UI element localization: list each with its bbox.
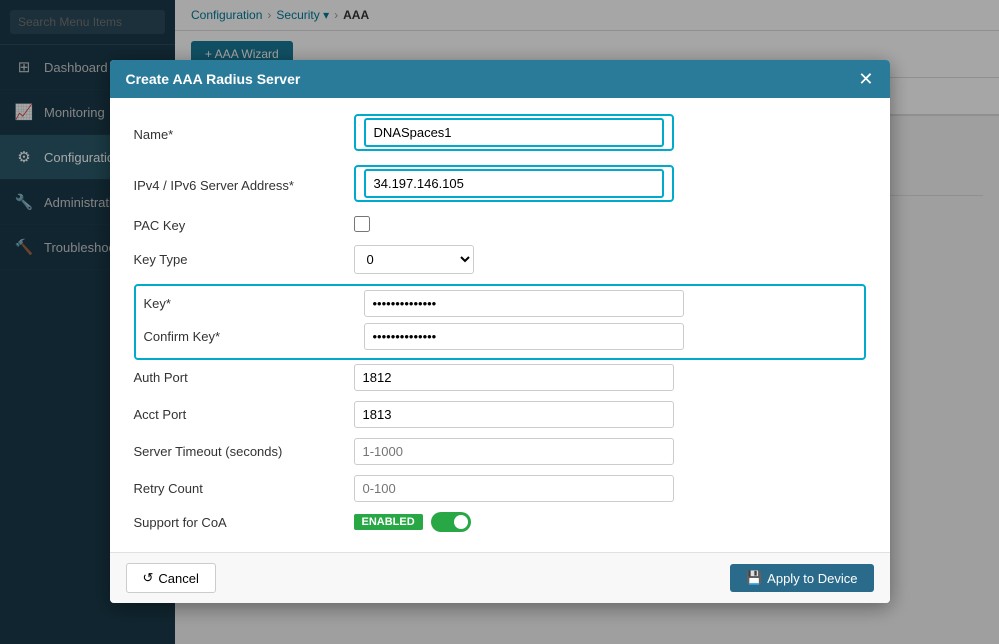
retry-count-field-group [354,475,674,502]
ipv4-label: IPv4 / IPv6 Server Address* [134,178,354,193]
name-label: Name* [134,127,354,142]
modal-body: Name* IPv4 / IPv6 Server Address* PAC Ke… [110,98,890,552]
key-type-select[interactable]: 0 6 7 [354,245,474,274]
pac-key-checkbox[interactable] [354,216,370,232]
modal-close-button[interactable]: ✕ [858,70,873,88]
name-input[interactable] [364,118,664,147]
name-field-group [354,114,674,151]
auth-port-field-group [354,364,674,391]
modal-backdrop: Create AAA Radius Server ✕ Name* IPv4 / … [0,0,999,644]
modal-header: Create AAA Radius Server ✕ [110,60,890,98]
acct-port-label: Acct Port [134,407,354,422]
ipv4-row: IPv4 / IPv6 Server Address* [134,165,866,206]
cancel-button[interactable]: ↺ Cancel [126,563,216,593]
name-row: Name* [134,114,866,155]
support-coa-label: Support for CoA [134,515,354,530]
acct-port-input[interactable] [354,401,674,428]
undo-icon: ↺ [143,570,154,586]
apply-button[interactable]: 💾 Apply to Device [730,564,874,592]
server-timeout-field-group [354,438,674,465]
retry-count-row: Retry Count [134,475,866,502]
auth-port-row: Auth Port [134,364,866,391]
support-coa-toggle-group: ENABLED [354,512,674,532]
create-radius-server-modal: Create AAA Radius Server ✕ Name* IPv4 / … [110,60,890,603]
server-timeout-row: Server Timeout (seconds) [134,438,866,465]
acct-port-row: Acct Port [134,401,866,428]
apply-icon: 💾 [746,570,762,586]
pac-key-checkbox-group [354,216,674,235]
modal-title: Create AAA Radius Server [126,71,301,87]
key-type-label: Key Type [134,252,354,267]
key-type-select-group: 0 6 7 [354,245,674,274]
key-type-row: Key Type 0 6 7 [134,245,866,274]
apply-label: Apply to Device [767,571,857,586]
modal-footer: ↺ Cancel 💾 Apply to Device [110,552,890,603]
pac-key-row: PAC Key [134,216,866,235]
key-row: Key* [144,290,856,317]
support-coa-toggle[interactable] [431,512,471,532]
key-field-group [364,290,684,317]
ipv4-field-group [354,165,674,202]
confirm-key-input[interactable] [364,323,684,350]
retry-count-label: Retry Count [134,481,354,496]
key-fields-group: Key* Confirm Key* [134,284,866,360]
confirm-key-label: Confirm Key* [144,329,364,344]
confirm-key-row: Confirm Key* [144,323,856,350]
server-timeout-input[interactable] [354,438,674,465]
key-label: Key* [144,296,364,311]
retry-count-input[interactable] [354,475,674,502]
auth-port-input[interactable] [354,364,674,391]
key-input[interactable] [364,290,684,317]
ipv4-input[interactable] [364,169,664,198]
acct-port-field-group [354,401,674,428]
server-timeout-label: Server Timeout (seconds) [134,444,354,459]
support-coa-row: Support for CoA ENABLED [134,512,866,532]
toggle-enabled-label: ENABLED [354,514,423,530]
cancel-label: Cancel [158,571,198,586]
pac-key-label: PAC Key [134,218,354,233]
confirm-key-field-group [364,323,684,350]
toggle-wrap: ENABLED [354,512,674,532]
auth-port-label: Auth Port [134,370,354,385]
